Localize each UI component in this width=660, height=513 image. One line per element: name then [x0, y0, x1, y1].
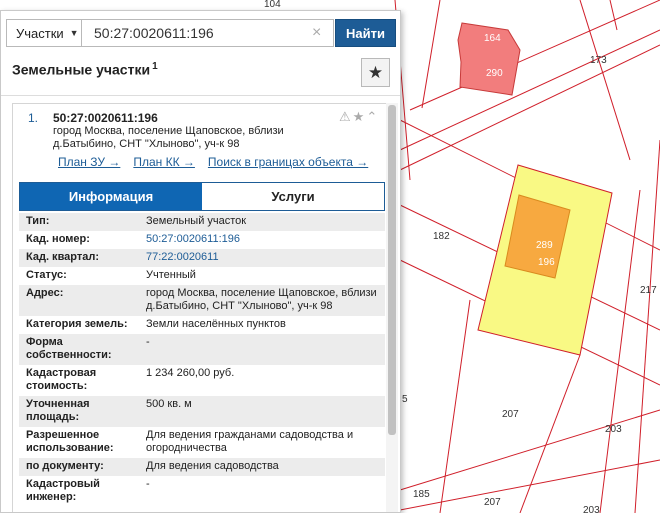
scroll-thumb[interactable] — [388, 105, 396, 435]
info-row: Кадастровый инженер: - — [19, 476, 385, 507]
star-icon[interactable]: ★ — [353, 109, 367, 124]
divider — [1, 95, 400, 96]
parcel-label: 182 — [433, 231, 450, 242]
result-cad-number[interactable]: 50:27:0020611:196 — [53, 111, 158, 125]
info-value: - — [146, 478, 150, 490]
search-in-bounds-link[interactable]: Поиск в границах объекта → — [208, 155, 368, 169]
info-row: Уточненная площадь: 500 кв. м — [19, 396, 385, 427]
parcel-label: 203 — [605, 424, 622, 435]
search-input[interactable] — [82, 19, 334, 47]
address-line: город Москва, поселение Щаповское, вблиз… — [53, 125, 284, 137]
result-address: город Москва, поселение Щаповское, вблиз… — [53, 125, 313, 151]
info-key: Кадастровый инженер: — [26, 478, 100, 503]
tab-services[interactable]: Услуги — [202, 183, 384, 210]
result-number: 1. — [28, 111, 39, 125]
results-title: Земельные участки 1 — [12, 61, 158, 78]
warning-icon[interactable]: ⚠ — [339, 109, 353, 124]
info-value: 500 кв. м — [146, 398, 192, 410]
clear-icon[interactable]: × — [312, 24, 321, 42]
result-card: 1. 50:27:0020611:196 город Москва, посел… — [12, 103, 392, 512]
parcel-label: 196 — [538, 257, 555, 268]
info-value: 1 234 260,00 руб. — [146, 367, 235, 379]
parcel-label: 185 — [413, 489, 430, 500]
info-row: Кад. номер: 50:27:0020611:196 — [19, 231, 385, 249]
info-key: Адрес: — [26, 287, 64, 299]
info-value: город Москва, поселение Щаповское, вблиз… — [146, 287, 377, 312]
search-results-panel: Участки ▼ × Найти Земельные участки1 ★ 1… — [0, 10, 401, 513]
info-row: по документу: Для ведения садоводства — [19, 458, 385, 476]
info-row: Разрешенное использование: Для ведения гр… — [19, 427, 385, 458]
parcel-label: 203 — [583, 505, 600, 513]
info-row: Категория земель: Земли населённых пункто… — [19, 316, 385, 334]
find-button[interactable]: Найти — [335, 19, 396, 47]
info-row: Форма собственности: - — [19, 334, 385, 365]
tab-info[interactable]: Информация — [20, 183, 202, 210]
parcel-label: 217 — [640, 285, 657, 296]
address-line: д.Батыбино, СНТ "Хлыново", уч-к 98 — [53, 138, 240, 150]
info-value: Для ведения садоводства — [146, 460, 279, 472]
chevron-up-icon[interactable]: ⌃ — [366, 109, 379, 124]
info-row: Статус: Учтенный — [19, 267, 385, 285]
info-row: Тип: Земельный участок — [19, 213, 385, 231]
info-key: Разрешенное использование: — [26, 429, 114, 454]
results-title-text: Земельные участки — [12, 61, 151, 78]
info-value: Для ведения гражданами садоводства и ого… — [146, 429, 354, 454]
info-key: Кад. номер: — [26, 233, 90, 245]
info-value: Земли населённых пунктов — [146, 318, 286, 330]
info-value-link[interactable]: 50:27:0020611:196 — [139, 233, 379, 246]
parcel-label: 173 — [590, 55, 607, 66]
info-value: - — [146, 336, 150, 348]
parcel-label: 104 — [264, 0, 281, 10]
info-row: Кадастровая стоимость: 1 234 260,00 руб. — [19, 365, 385, 396]
parcel-label: 5 — [402, 394, 408, 405]
parcel-label: 207 — [484, 497, 501, 508]
info-value: Учтенный — [146, 269, 196, 281]
info-key: Форма собственности: — [26, 336, 112, 361]
info-row: Адрес: город Москва, поселение Щаповское,… — [19, 285, 385, 316]
select-value: Участки — [16, 25, 64, 41]
scrollbar[interactable] — [386, 103, 398, 512]
info-key: по документу: — [26, 460, 104, 472]
info-key: Кадастровая стоимость: — [26, 367, 97, 392]
info-key: Тип: — [26, 215, 50, 227]
info-key: Кад. квартал: — [26, 251, 100, 263]
info-row: Кад. квартал: 77:22:0020611 — [19, 249, 385, 267]
plan-kk-link[interactable]: План КК → — [133, 155, 195, 169]
info-table: Тип: Земельный участок Кад. номер: 50:27:0… — [19, 213, 385, 507]
info-key: Статус: — [26, 269, 67, 281]
card-actions: ⚠★⌃ — [339, 109, 379, 125]
info-key: Категория земель: — [26, 318, 128, 330]
parcel-label: 164 — [484, 33, 501, 44]
parcel-label: 290 — [486, 68, 503, 79]
results-count: 1 — [152, 61, 158, 72]
parcel-label: 289 — [536, 240, 553, 251]
info-key: Уточненная площадь: — [26, 398, 90, 423]
info-value: Земельный участок — [146, 215, 247, 227]
favorites-star-icon[interactable]: ★ — [361, 58, 390, 87]
chevron-down-icon: ▼ — [69, 28, 79, 38]
info-value-link[interactable]: 77:22:0020611 — [139, 251, 379, 264]
card-tabs: Информация Услуги — [19, 182, 385, 211]
parcel-label: 207 — [502, 409, 519, 420]
search-bar: Участки ▼ × Найти — [6, 19, 396, 47]
object-links: План ЗУ → План КК → Поиск в границах объек… — [58, 155, 381, 169]
plan-zu-link[interactable]: План ЗУ → — [58, 155, 120, 169]
object-type-select[interactable]: Участки ▼ — [6, 19, 82, 47]
